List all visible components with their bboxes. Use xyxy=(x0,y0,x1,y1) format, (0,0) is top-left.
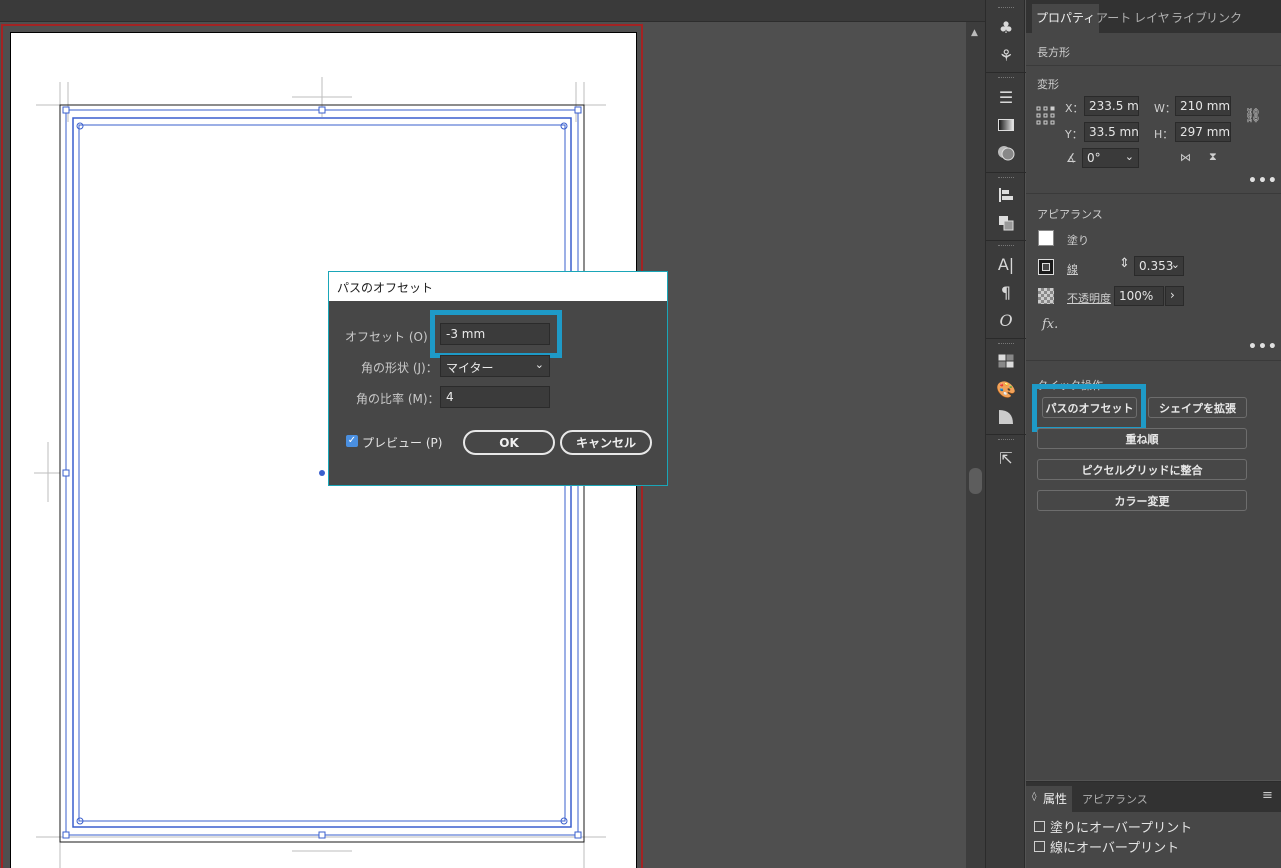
color-themes-icon[interactable] xyxy=(995,406,1017,428)
paragraph-icon[interactable]: ¶ xyxy=(995,281,1017,303)
opentype-icon[interactable]: O xyxy=(995,309,1017,331)
x-field[interactable]: 233.5 m xyxy=(1084,96,1139,116)
preview-label: プレビュー (P) xyxy=(362,436,443,450)
more-options-icon[interactable]: ••• xyxy=(1248,339,1278,355)
preview-checkbox[interactable]: ✓ xyxy=(346,435,358,447)
export-icon[interactable]: ⇱ xyxy=(995,447,1017,469)
tab-links[interactable]: リンク xyxy=(1206,9,1242,26)
pathfinder-icon[interactable] xyxy=(995,212,1017,234)
grip[interactable] xyxy=(998,343,1014,346)
stroke-stepper-icon[interactable]: ⇕ xyxy=(1119,256,1130,271)
rotate-angle-value: 0° xyxy=(1087,151,1101,165)
panel-icon-strip: ♣ ⚘ ☰ A| ¶ O 🎨 ⇱ xyxy=(985,0,1026,868)
opacity-expand-button[interactable]: › xyxy=(1165,286,1184,306)
dialog-title: パスのオフセット xyxy=(329,272,667,301)
overprint-stroke-label: 線にオーバープリント xyxy=(1050,841,1180,856)
color-guide-icon[interactable]: 🎨 xyxy=(995,378,1017,400)
expand-shape-button[interactable]: シェイプを拡張 xyxy=(1148,397,1247,418)
ok-button[interactable]: OK xyxy=(463,430,555,455)
miter-limit-input[interactable]: 4 xyxy=(440,386,550,408)
scroll-up-icon[interactable]: ▲ xyxy=(971,28,978,38)
object-type: 長方形 xyxy=(1037,46,1070,59)
recolor-button[interactable]: カラー変更 xyxy=(1037,490,1247,511)
attributes-panel: ◊ 属性 アピアランス ≡ 塗りにオーバープリント 線にオーバープリント xyxy=(1026,781,1281,868)
reference-point-icon[interactable] xyxy=(1036,106,1056,129)
offset-path-dialog: パスのオフセット オフセット (O) -3 mm 角の形状 (J)： マイター … xyxy=(328,271,668,486)
fill-swatch[interactable] xyxy=(1038,230,1054,246)
h-label: H： xyxy=(1154,128,1174,141)
chevron-down-icon[interactable]: ⌄ xyxy=(1171,258,1180,271)
grip[interactable] xyxy=(998,7,1014,10)
collapse-icon: ◊ xyxy=(1032,792,1037,802)
angle-icon: ∡ xyxy=(1066,151,1077,165)
panel-tabs: プロパティ アート レイヤ ライブ リンク xyxy=(1026,0,1281,33)
center-point xyxy=(319,470,325,476)
opacity-field[interactable]: 100% xyxy=(1114,286,1164,306)
character-icon[interactable]: A| xyxy=(995,253,1017,275)
scroll-thumb[interactable] xyxy=(969,468,982,494)
vertical-scrollbar[interactable]: ▲ xyxy=(966,22,985,868)
transparency-icon[interactable] xyxy=(995,142,1017,164)
tab-layers[interactable]: レイヤ xyxy=(1134,9,1170,26)
joins-label: 角の形状 (J)： xyxy=(361,361,438,375)
tab-attributes-label: 属性 xyxy=(1043,792,1068,806)
stroke-icon[interactable]: ☰ xyxy=(995,86,1017,108)
overprint-stroke-checkbox[interactable] xyxy=(1034,841,1045,852)
top-bar xyxy=(0,0,985,22)
y-label: Y： xyxy=(1065,128,1083,141)
grip[interactable] xyxy=(998,77,1014,80)
chevron-right-icon: › xyxy=(1170,288,1175,302)
stroke-weight-field[interactable]: 0.353 ⌄ xyxy=(1134,256,1184,276)
fill-label: 塗り xyxy=(1067,234,1089,247)
overprint-fill-checkbox[interactable] xyxy=(1034,821,1045,832)
tab-artboards[interactable]: アート xyxy=(1096,9,1131,26)
symbols-icon[interactable]: ♣ xyxy=(995,16,1017,38)
chevron-down-icon: ⌄ xyxy=(534,358,544,371)
joins-select[interactable]: マイター ⌄ xyxy=(440,355,550,377)
joins-value: マイター xyxy=(446,361,494,375)
opacity-icon xyxy=(1038,288,1054,304)
offset-path-button[interactable]: パスのオフセット xyxy=(1042,397,1137,418)
rotate-angle-field[interactable]: 0° ⌄ xyxy=(1082,148,1139,168)
offset-label: オフセット (O) xyxy=(345,330,428,344)
arrange-button[interactable]: 重ね順 xyxy=(1037,428,1247,449)
stroke-weight-value: 0.353 xyxy=(1139,259,1174,273)
constrain-proportions-icon[interactable]: ⛓ xyxy=(1244,108,1262,124)
align-icon[interactable] xyxy=(995,184,1017,206)
flip-horizontal-icon[interactable]: ⋈ xyxy=(1180,151,1191,164)
transform-title: 変形 xyxy=(1037,78,1059,91)
stroke-label[interactable]: 線 xyxy=(1067,261,1078,277)
swatches-icon[interactable] xyxy=(995,350,1017,372)
properties-panel: プロパティ アート レイヤ ライブ リンク 長方形 変形 X： 233.5 m … xyxy=(1026,0,1281,780)
tab-libraries[interactable]: ライブ xyxy=(1171,9,1207,26)
tab-appearance[interactable]: アピアランス xyxy=(1082,791,1148,807)
miter-limit-label: 角の比率 (M)： xyxy=(356,392,440,406)
flip-vertical-icon[interactable]: ⧗ xyxy=(1209,150,1217,164)
cancel-button[interactable]: キャンセル xyxy=(560,430,652,455)
tab-attributes[interactable]: ◊ 属性 xyxy=(1026,786,1072,812)
gradient-icon[interactable] xyxy=(995,114,1017,136)
brushes-icon[interactable]: ⚘ xyxy=(995,44,1017,66)
opacity-label[interactable]: 不透明度 xyxy=(1067,290,1111,306)
chevron-down-icon[interactable]: ⌄ xyxy=(1125,150,1134,163)
w-label: W： xyxy=(1154,102,1176,115)
y-field[interactable]: 33.5 mn xyxy=(1084,122,1139,142)
h-field[interactable]: 297 mm xyxy=(1175,122,1231,142)
offset-input[interactable]: -3 mm xyxy=(440,323,550,345)
tab-properties[interactable]: プロパティ xyxy=(1032,4,1100,33)
x-label: X： xyxy=(1065,102,1084,115)
grip[interactable] xyxy=(998,177,1014,180)
grip[interactable] xyxy=(998,439,1014,442)
w-field[interactable]: 210 mm xyxy=(1175,96,1231,116)
stroke-swatch[interactable] xyxy=(1038,259,1054,275)
grip[interactable] xyxy=(998,245,1014,248)
illustrator-window: ▲ ♣ ⚘ ☰ A| ¶ O 🎨 ⇱ プロパティ アート レイヤ ライブ リンク… xyxy=(0,0,1281,868)
overprint-fill-label: 塗りにオーバープリント xyxy=(1050,821,1193,836)
panel-menu-icon[interactable]: ≡ xyxy=(1262,788,1273,803)
fx-icon[interactable]: fx. xyxy=(1042,317,1058,332)
more-options-icon[interactable]: ••• xyxy=(1248,173,1278,189)
attributes-tabs: ◊ 属性 アピアランス ≡ xyxy=(1026,782,1281,812)
appearance-title: アピアランス xyxy=(1037,208,1103,221)
align-pixel-grid-button[interactable]: ピクセルグリッドに整合 xyxy=(1037,459,1247,480)
